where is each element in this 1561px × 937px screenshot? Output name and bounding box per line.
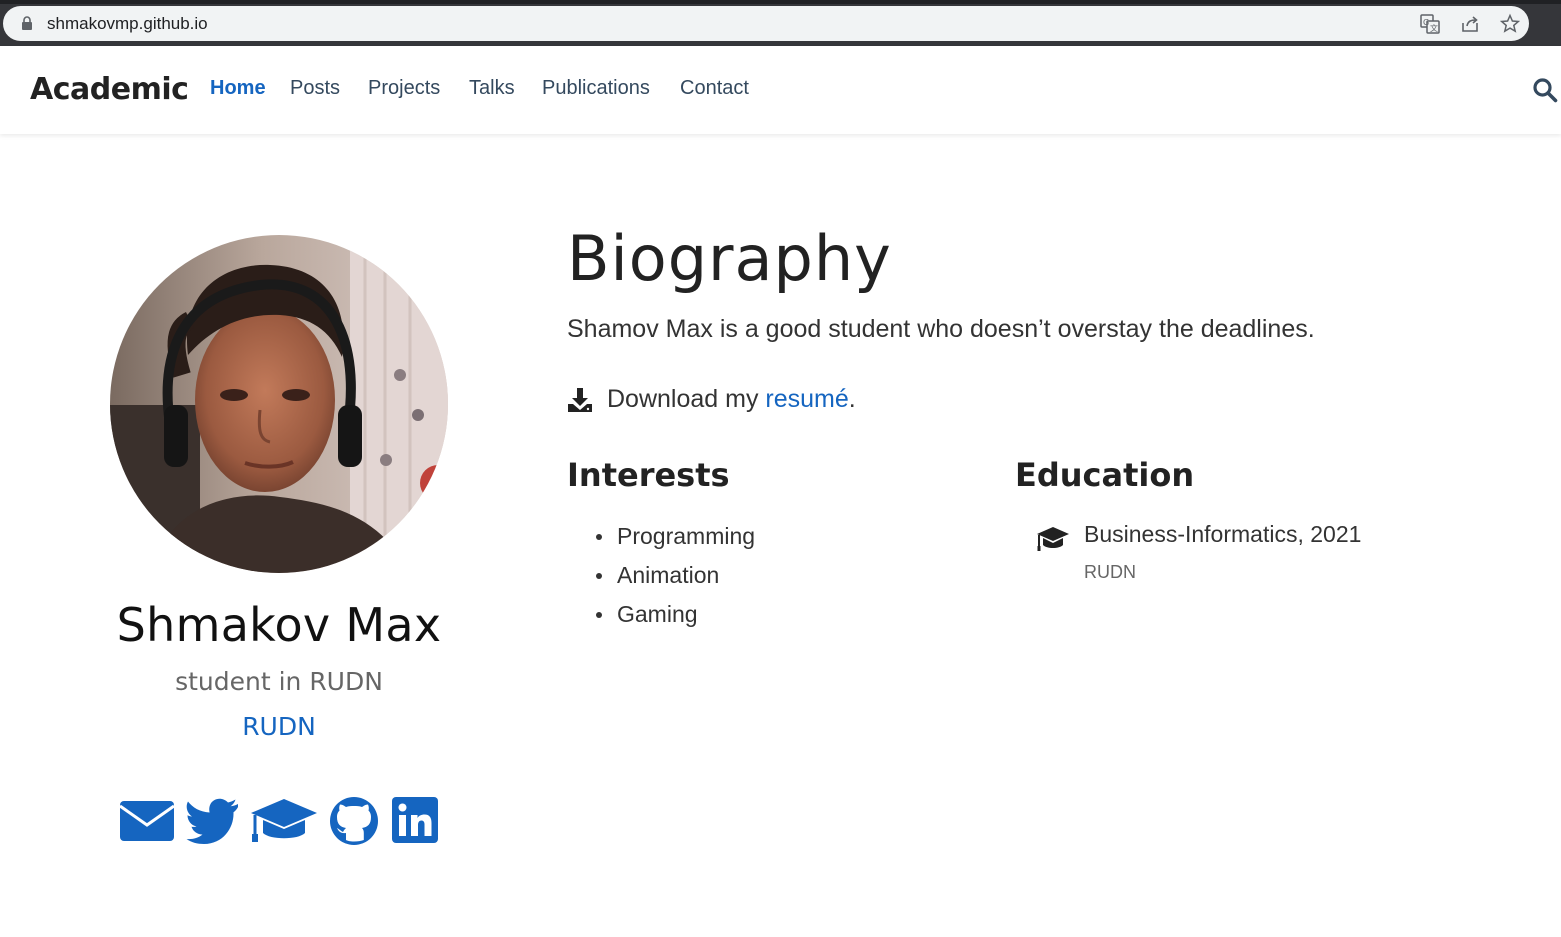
- biography-heading: Biography: [567, 222, 892, 295]
- download-resume-row: Download my resumé.: [567, 385, 856, 414]
- list-item: Animation: [596, 556, 755, 595]
- education-course: Business-Informatics, 2021: [1084, 521, 1362, 547]
- education-institution: RUDN: [1084, 562, 1136, 582]
- education-heading: Education: [1015, 456, 1195, 494]
- nav-item-projects[interactable]: Projects: [368, 77, 440, 100]
- envelope-icon: [119, 801, 175, 841]
- biography-text: Shamov Max is a good student who doesn’t…: [567, 315, 1315, 343]
- nav-item-home[interactable]: Home: [210, 77, 266, 100]
- linkedin-icon: [392, 797, 438, 843]
- avatar: [110, 235, 448, 573]
- bullet-icon: [596, 534, 602, 540]
- share-icon[interactable]: [1459, 13, 1481, 35]
- interests-heading: Interests: [567, 456, 730, 494]
- svg-text:G: G: [1423, 18, 1429, 27]
- list-item: Programming: [596, 517, 755, 556]
- email-link[interactable]: [119, 796, 175, 846]
- profile-organization-link[interactable]: RUDN: [0, 712, 558, 741]
- translate-icon[interactable]: G 文: [1419, 13, 1441, 35]
- nav-item-publications[interactable]: Publications: [542, 77, 650, 100]
- nav-item-contact[interactable]: Contact: [680, 77, 749, 100]
- tab-strip: [0, 0, 1561, 4]
- github-icon: [330, 797, 378, 845]
- address-bar[interactable]: shmakovmp.github.io G 文: [3, 6, 1529, 41]
- bullet-icon: [596, 612, 602, 618]
- google-scholar-link[interactable]: [250, 796, 318, 846]
- svg-text:文: 文: [1430, 23, 1438, 33]
- bullet-icon: [596, 573, 602, 579]
- interest-label: Gaming: [617, 601, 698, 627]
- profile-role: student in RUDN: [175, 667, 383, 696]
- interests-list: Programming Animation Gaming: [596, 517, 755, 634]
- list-item: Gaming: [596, 595, 755, 634]
- resume-link[interactable]: resumé: [765, 385, 848, 414]
- twitter-link[interactable]: [186, 796, 240, 846]
- linkedin-link[interactable]: [391, 796, 439, 846]
- lock-icon: [22, 16, 32, 30]
- interest-label: Animation: [617, 562, 720, 588]
- url-text[interactable]: shmakovmp.github.io: [47, 14, 208, 34]
- graduation-cap-icon: [1037, 527, 1069, 551]
- download-text: Download my: [607, 385, 766, 413]
- download-suffix: .: [848, 385, 856, 413]
- search-icon[interactable]: [1532, 77, 1558, 103]
- graduation-cap-icon: [251, 799, 317, 842]
- site-brand[interactable]: Academic: [30, 72, 189, 107]
- github-link[interactable]: [328, 796, 380, 846]
- interest-label: Programming: [617, 523, 756, 549]
- nav-item-talks[interactable]: Talks: [469, 77, 515, 100]
- download-icon: [568, 387, 592, 412]
- site-navbar: Academic Home Posts Projects Talks Publi…: [0, 46, 1561, 134]
- bookmark-star-icon[interactable]: [1499, 13, 1521, 35]
- twitter-icon: [186, 798, 238, 844]
- browser-chrome: shmakovmp.github.io G 文: [0, 0, 1561, 46]
- profile-name: Shmakov Max: [116, 598, 442, 652]
- nav-item-posts[interactable]: Posts: [290, 77, 340, 100]
